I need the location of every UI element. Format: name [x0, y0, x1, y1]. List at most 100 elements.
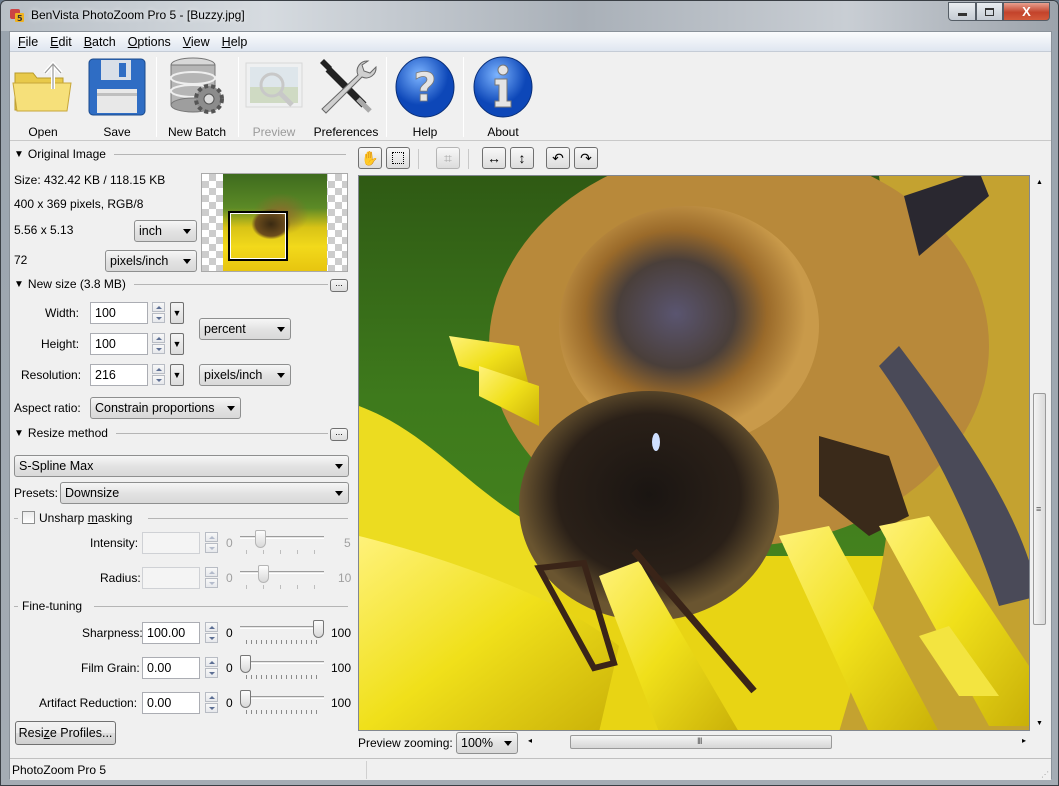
preview-canvas[interactable]	[358, 175, 1030, 731]
height-spinner[interactable]	[152, 333, 165, 355]
select-tool-button[interactable]	[386, 147, 410, 169]
resolution-unit-select[interactable]: pixels/inch	[199, 364, 291, 386]
help-question-icon: ?	[395, 56, 455, 118]
artifact-reduction-min: 0	[226, 696, 233, 710]
intensity-slider[interactable]	[240, 530, 324, 554]
sharpness-spinner[interactable]	[205, 622, 218, 644]
crop-button[interactable]: ⌗	[436, 147, 460, 169]
preview-magnifier-icon	[245, 62, 303, 108]
slider-thumb[interactable]	[313, 620, 324, 638]
navigator-thumbnail[interactable]	[201, 173, 348, 272]
resize-profiles-button[interactable]: Resize Profiles...	[15, 721, 116, 745]
rotate-left-button[interactable]: ↶	[546, 147, 570, 169]
horizontal-scroll-thumb[interactable]: III	[570, 735, 832, 749]
film-grain-spinner[interactable]	[205, 657, 218, 679]
size-unit-select[interactable]: percent	[199, 318, 291, 340]
help-button[interactable]: ? Help	[392, 55, 458, 139]
window-title: BenVista PhotoZoom Pro 5 - [Buzzy.jpg]	[31, 8, 245, 22]
height-input[interactable]: 100	[90, 333, 148, 355]
section-divider	[14, 606, 18, 607]
navigator-viewport-rect[interactable]	[228, 211, 288, 261]
artifact-reduction-spinner[interactable]	[205, 692, 218, 714]
film-grain-slider[interactable]	[240, 655, 324, 679]
resolution-menu-button[interactable]: ▼	[170, 364, 184, 386]
preview-button[interactable]: Preview	[242, 55, 306, 139]
menu-batch[interactable]: Batch	[78, 32, 122, 52]
section-divider	[148, 518, 348, 519]
slider-thumb[interactable]	[240, 690, 251, 708]
close-button[interactable]: X	[1003, 2, 1050, 21]
artifact-reduction-input[interactable]: 0.00	[142, 692, 200, 714]
batch-database-gear-icon	[170, 57, 224, 114]
intensity-input[interactable]	[142, 532, 200, 554]
unsharp-masking-label[interactable]: Unsharp masking	[39, 511, 132, 525]
menu-edit[interactable]: Edit	[44, 32, 78, 52]
help-label: Help	[412, 125, 438, 139]
menu-help[interactable]: Help	[216, 32, 254, 52]
chevron-down-icon	[183, 259, 191, 264]
new-batch-button[interactable]: New Batch	[162, 55, 232, 139]
artifact-reduction-label: Artifact Reduction:	[39, 696, 138, 710]
artifact-reduction-slider[interactable]	[240, 690, 324, 714]
title-bar[interactable]: 5 BenVista PhotoZoom Pro 5 - [Buzzy.jpg]…	[1, 1, 1058, 31]
preview-vertical-scrollbar[interactable]: ▲ ≡ ▼	[1031, 175, 1048, 731]
maximize-button[interactable]	[976, 2, 1003, 21]
resolution-spinner[interactable]	[152, 364, 165, 386]
aspect-ratio-label: Aspect ratio:	[14, 401, 81, 415]
sharpness-input[interactable]: 100.00	[142, 622, 200, 644]
slider-thumb[interactable]	[240, 655, 251, 673]
original-resolution-text: 72	[14, 253, 28, 267]
menu-file[interactable]: File	[12, 32, 44, 52]
preferences-button[interactable]: Preferences	[310, 55, 382, 139]
new-size-section-toggle[interactable]: ▼ New size (3.8 MB)	[14, 277, 126, 291]
radius-slider[interactable]	[240, 565, 324, 589]
menu-options[interactable]: Options	[122, 32, 177, 52]
flip-vertical-button[interactable]: ↕	[510, 147, 534, 169]
save-button[interactable]: Save	[84, 55, 150, 139]
about-button[interactable]: About	[470, 55, 536, 139]
section-divider	[94, 606, 348, 607]
hand-tool-button[interactable]: ✋	[358, 147, 382, 169]
slider-thumb[interactable]	[254, 530, 266, 548]
dimension-unit-select[interactable]: inch	[134, 220, 197, 242]
resize-grip-icon[interactable]: ⋰	[1041, 770, 1049, 779]
presets-select[interactable]: Downsize	[60, 482, 349, 504]
resolution-input[interactable]: 216	[90, 364, 148, 386]
radius-spinner[interactable]	[205, 567, 218, 589]
preview-zoom-select[interactable]: 100%	[456, 732, 518, 754]
width-menu-button[interactable]: ▼	[170, 302, 184, 324]
scroll-down-arrow-icon[interactable]: ▼	[1036, 720, 1043, 727]
scroll-up-arrow-icon[interactable]: ▲	[1036, 179, 1043, 186]
scroll-right-arrow-icon[interactable]: ▸	[1022, 736, 1026, 745]
aspect-ratio-select[interactable]: Constrain proportions	[90, 397, 241, 419]
chevron-down-icon	[183, 229, 191, 234]
menu-view[interactable]: View	[177, 32, 216, 52]
info-icon	[473, 56, 533, 118]
open-button[interactable]: Open	[10, 55, 76, 139]
flip-horizontal-button[interactable]: ↔	[482, 147, 506, 169]
new-size-more-button[interactable]: ...	[330, 279, 348, 292]
slider-thumb[interactable]	[258, 565, 270, 583]
original-resolution-unit-select[interactable]: pixels/inch	[105, 250, 197, 272]
original-image-section-toggle[interactable]: ▼ Original Image	[14, 147, 106, 161]
scroll-left-arrow-icon[interactable]: ◂	[528, 736, 532, 745]
resize-method-section-toggle[interactable]: ▼ Resize method	[14, 426, 108, 440]
sharpness-slider[interactable]	[240, 620, 324, 644]
film-grain-input[interactable]: 0.00	[142, 657, 200, 679]
unsharp-masking-checkbox[interactable]	[22, 511, 35, 524]
intensity-max: 5	[344, 536, 351, 550]
width-spinner[interactable]	[152, 302, 165, 324]
wrench-screwdriver-icon	[320, 59, 377, 114]
radius-input[interactable]	[142, 567, 200, 589]
width-input[interactable]: 100	[90, 302, 148, 324]
vertical-scroll-thumb[interactable]: ≡	[1033, 393, 1046, 625]
minimize-button[interactable]	[948, 2, 976, 21]
resize-method-select[interactable]: S-Spline Max	[14, 455, 349, 477]
section-divider	[116, 433, 328, 434]
rotate-right-button[interactable]: ↷	[574, 147, 598, 169]
open-label: Open	[28, 125, 58, 139]
resize-method-more-button[interactable]: ...	[330, 428, 348, 441]
intensity-spinner[interactable]	[205, 532, 218, 554]
height-menu-button[interactable]: ▼	[170, 333, 184, 355]
preview-horizontal-scrollbar[interactable]: ◂ III ▸	[524, 733, 1030, 751]
